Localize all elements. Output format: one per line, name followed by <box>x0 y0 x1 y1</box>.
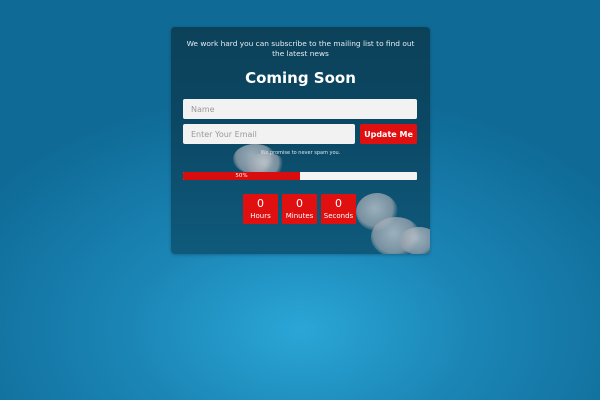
countdown-hours-value: 0 <box>257 197 264 210</box>
countdown-minutes-value: 0 <box>296 197 303 210</box>
intro-text: We work hard you can subscribe to the ma… <box>186 39 415 58</box>
name-input[interactable] <box>183 99 417 119</box>
countdown-seconds-value: 0 <box>335 197 342 210</box>
cloud-decoration <box>399 227 430 254</box>
progress-bar: 50% <box>183 172 417 180</box>
update-me-button[interactable]: Update Me <box>360 124 417 144</box>
countdown-minutes: 0 Minutes <box>282 194 317 224</box>
countdown-seconds: 0 Seconds <box>321 194 356 224</box>
no-spam-note: We promise to never spam you. <box>260 150 341 156</box>
countdown-minutes-label: Minutes <box>285 212 314 220</box>
countdown-seconds-label: Seconds <box>323 212 354 220</box>
subscribe-panel: We work hard you can subscribe to the ma… <box>171 27 430 254</box>
countdown-hours-label: Hours <box>250 212 271 220</box>
page-title: Coming Soon <box>245 69 356 87</box>
progress-fill: 50% <box>183 172 300 180</box>
countdown-hours: 0 Hours <box>243 194 278 224</box>
email-input[interactable] <box>183 124 355 144</box>
